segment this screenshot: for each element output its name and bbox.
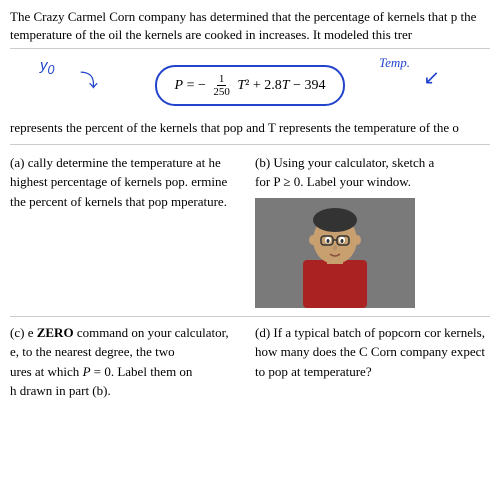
part-b-label: (b) Using your calculator, sketch a xyxy=(255,153,490,173)
arrow2-annotation: ↙ xyxy=(423,65,440,90)
part-d-col: (d) If a typical batch of popcorn cor ke… xyxy=(255,323,490,401)
temp-annotation: Temp. xyxy=(379,55,410,71)
divider xyxy=(10,316,490,317)
part-b-text2: for P ≥ 0. Label your window. xyxy=(255,172,490,192)
page: The Crazy Carmel Corn company has determ… xyxy=(0,0,500,500)
part-c-line3: ures at which P = 0. Label them on xyxy=(10,364,192,379)
formula-rest: T² + 2.8T − 394 xyxy=(237,78,325,93)
fraction-numerator: 1 xyxy=(217,73,227,86)
part-c-line4: h drawn in part (b). xyxy=(10,383,111,398)
part-c-line2: e, to the nearest degree, the two xyxy=(10,344,175,359)
part-d-text: If a typical batch of popcorn cor kernel… xyxy=(255,325,485,379)
p-equals: P = − xyxy=(175,78,206,93)
part-c-label: (c) xyxy=(10,325,28,340)
intro-paragraph: The Crazy Carmel Corn company has determ… xyxy=(10,9,476,42)
formula-section: y0 ⤵ P = − 1 250 T² + 2.8T − 394 Temp. ↙ xyxy=(10,55,490,115)
part-a-text: cally determine the temperature at he hi… xyxy=(10,155,227,209)
part-c-zero: e ZERO command on your calculator, xyxy=(28,325,229,340)
part-c-col: (c) e ZERO command on your calculator, e… xyxy=(10,323,245,401)
person-image xyxy=(255,198,415,308)
part-a-label: (a) xyxy=(10,155,28,170)
represents-text: represents the percent of the kernels th… xyxy=(10,119,490,144)
parts-cd-row: (c) e ZERO command on your calculator, e… xyxy=(10,323,490,401)
part-b-col: (b) Using your calculator, sketch a for … xyxy=(255,153,490,308)
formula-box: P = − 1 250 T² + 2.8T − 394 xyxy=(155,65,346,106)
parts-ab-row: (a) cally determine the temperature at h… xyxy=(10,153,490,308)
part-d-label: (d) xyxy=(255,325,273,340)
arrow-annotation: ⤵ xyxy=(80,67,98,93)
part-a-col: (a) cally determine the temperature at h… xyxy=(10,153,245,308)
video-thumbnail xyxy=(255,198,415,308)
represents-paragraph: represents the percent of the kernels th… xyxy=(10,120,459,135)
y0-annotation: y0 xyxy=(40,57,54,77)
fraction: 1 250 xyxy=(211,73,232,98)
fraction-denominator: 250 xyxy=(211,86,232,98)
intro-text: The Crazy Carmel Corn company has determ… xyxy=(10,8,490,49)
